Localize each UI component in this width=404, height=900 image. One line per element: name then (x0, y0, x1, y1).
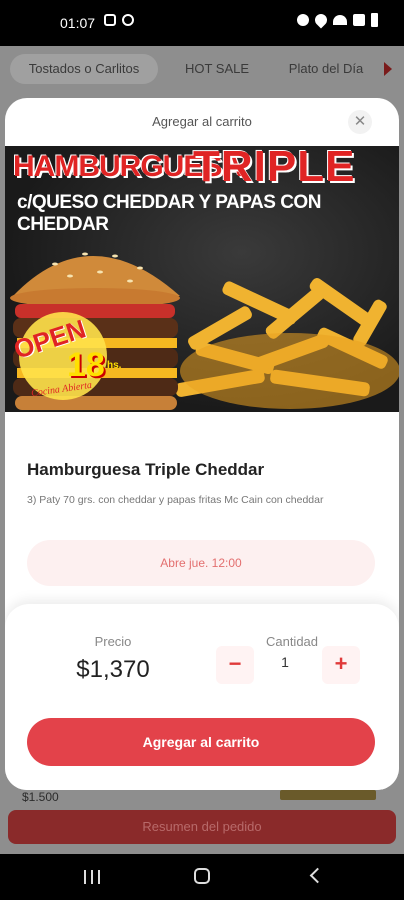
badge-hours-suffix: hs. (107, 360, 122, 371)
add-to-cart-button[interactable]: Agregar al carrito (27, 718, 375, 766)
scroll-right-icon[interactable] (384, 62, 392, 76)
price-value: $1,370 (76, 656, 150, 683)
category-tabs: Tostados o Carlitos HOT SALE Plato del D… (0, 46, 404, 86)
open-hours-badge: OPEN 18 hs. Cocina Abierta (10, 313, 122, 400)
image-icon (104, 14, 116, 26)
list-item-thumbnail (280, 790, 376, 800)
list-item-price: $1.500 (22, 790, 59, 804)
price-label: Precio (94, 634, 132, 649)
battery-icon (371, 13, 378, 27)
banner-headline-triple: TRIPLE (193, 146, 356, 191)
recents-icon[interactable] (84, 870, 100, 884)
messenger-icon (122, 14, 134, 26)
product-name: Hamburguesa Triple Cheddar (27, 460, 265, 479)
badge-subtitle: Cocina Abierta (30, 379, 93, 400)
quantity-value: 1 (281, 654, 289, 670)
order-panel: Precio $1,370 Cantidad − 1 + Agregar al … (5, 604, 399, 790)
banner-subheadline: c/QUESO CHEDDAR Y PAPAS CON CHEDDAR (17, 192, 321, 235)
modal-title: Agregar al carrito (152, 114, 252, 129)
add-to-cart-modal: Agregar al carrito ✕ HAMBURGUESA TRIPLE … (5, 98, 399, 790)
tab-tostados[interactable]: Tostados o Carlitos (10, 54, 158, 84)
increase-quantity-button[interactable]: + (322, 646, 360, 684)
tab-hot-sale[interactable]: HOT SALE (172, 54, 262, 84)
status-bar: 01:07 (0, 0, 404, 46)
location-icon (312, 11, 330, 29)
order-summary-button[interactable]: Resumen del pedido (8, 810, 396, 844)
decrease-quantity-button[interactable]: − (216, 646, 254, 684)
alarm-icon (297, 14, 309, 26)
badge-hours-text: 18 (67, 346, 105, 384)
modal-header: Agregar al carrito ✕ (5, 98, 399, 146)
back-icon[interactable] (309, 867, 326, 884)
system-nav-bar (0, 854, 404, 900)
tab-plato-del-dia[interactable]: Plato del Día (276, 54, 376, 84)
opening-time-badge: Abre jue. 12:00 (27, 540, 375, 586)
clock: 01:07 (60, 15, 96, 31)
product-banner-image: HAMBURGUESA TRIPLE c/QUESO CHEDDAR Y PAP… (5, 146, 399, 412)
home-icon[interactable] (194, 868, 210, 884)
product-description: 3) Paty 70 grs. con cheddar y papas frit… (27, 494, 324, 506)
close-icon[interactable]: ✕ (348, 110, 372, 134)
signal-icon (353, 14, 365, 26)
wifi-icon (333, 15, 347, 25)
